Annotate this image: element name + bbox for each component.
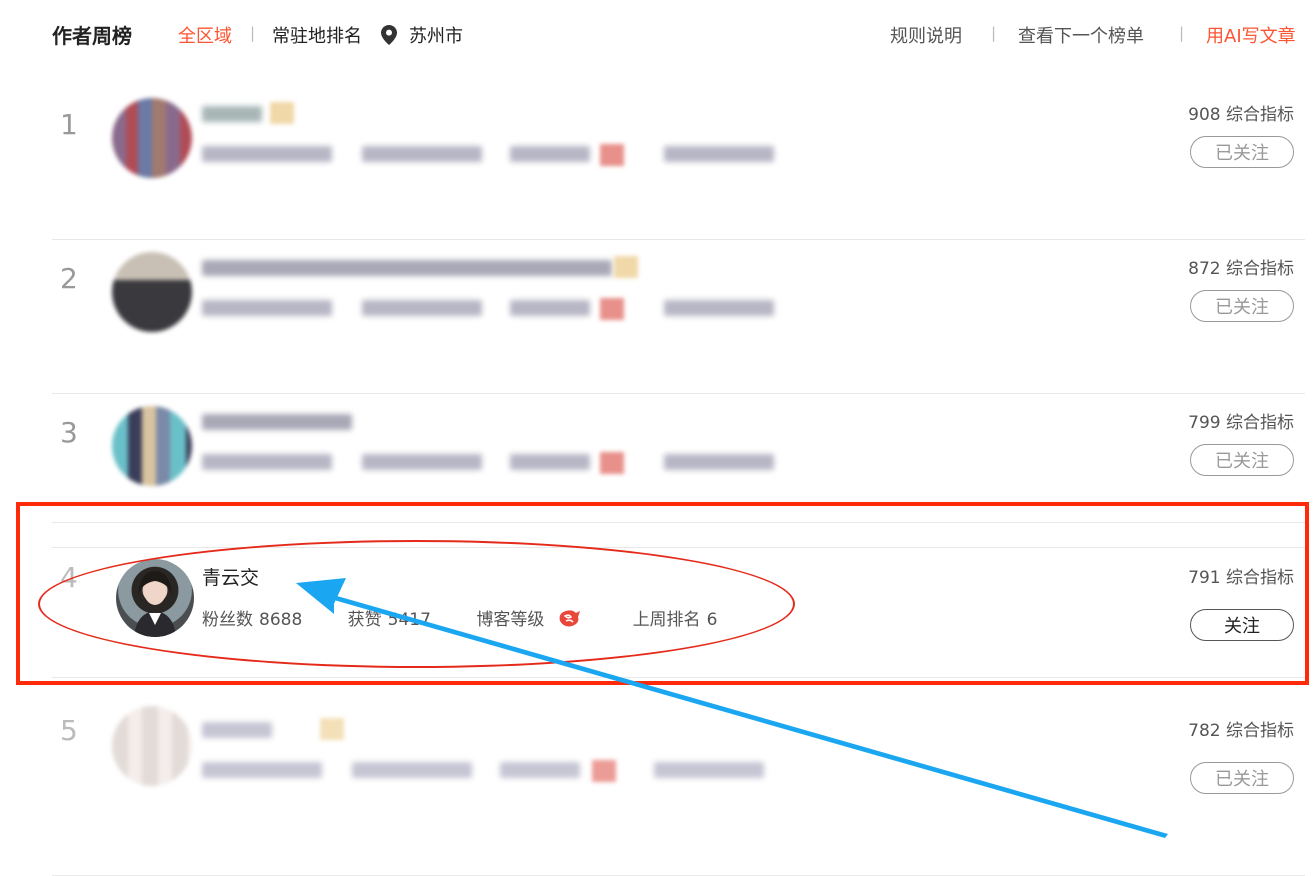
blurred-stat: [362, 146, 482, 162]
filter-all-regions[interactable]: 全区域: [178, 22, 232, 48]
followed-button[interactable]: 已关注: [1190, 136, 1294, 168]
level-icon: [600, 298, 624, 320]
blurred-name: [202, 722, 272, 738]
avatar-blurred[interactable]: [112, 252, 192, 332]
separator: |: [991, 24, 997, 42]
blurred-stat: [362, 300, 482, 316]
blurred-stat: [500, 762, 580, 778]
rank-number: 5: [60, 714, 78, 747]
followed-button[interactable]: 已关注: [1190, 444, 1294, 476]
location-pin-icon: [381, 25, 397, 45]
blurred-stat: [352, 762, 472, 778]
level-icon: [592, 760, 616, 782]
blurred-stat: [202, 146, 332, 162]
avatar-blurred[interactable]: [112, 406, 192, 486]
level-icon: [600, 452, 624, 474]
badge-icon: [614, 256, 638, 278]
page-title: 作者周榜: [52, 24, 132, 48]
rank-number: 2: [60, 262, 78, 295]
separator: |: [1179, 24, 1185, 42]
city-selector[interactable]: 苏州市: [409, 22, 463, 48]
blurred-name: [202, 414, 352, 430]
blurred-name: [202, 260, 612, 276]
highlight-ellipse: [38, 540, 795, 668]
followed-button[interactable]: 已关注: [1190, 290, 1294, 322]
level-icon: [600, 144, 624, 166]
blurred-stat: [510, 454, 590, 470]
score-label: 908 综合指标: [1188, 105, 1294, 125]
blurred-stat: [202, 454, 332, 470]
blurred-stat: [664, 146, 774, 162]
blurred-stat: [654, 762, 764, 778]
ranking-row: 5 782 综合指标 已关注: [52, 700, 1305, 876]
blurred-stat: [202, 762, 322, 778]
blurred-stat: [362, 454, 482, 470]
rules-link[interactable]: 规则说明: [890, 22, 962, 48]
blurred-name: [202, 106, 262, 122]
badge-icon: [270, 102, 294, 124]
blurred-stat: [664, 300, 774, 316]
ranking-row: 2 872 综合指标 已关注: [52, 240, 1305, 394]
blurred-stat: [664, 454, 774, 470]
avatar-blurred[interactable]: [112, 706, 192, 786]
blurred-stat: [510, 300, 590, 316]
ranking-header: 作者周榜 全区域 | 常驻地排名 苏州市 规则说明 | 查看下一个榜单 | 用A…: [0, 0, 1315, 70]
next-list-link[interactable]: 查看下一个榜单: [1018, 22, 1144, 48]
avatar-blurred[interactable]: [112, 98, 192, 178]
rank-number: 3: [60, 416, 78, 449]
score-label: 799 综合指标: [1188, 413, 1294, 433]
ai-write-link[interactable]: 用AI写文章: [1206, 22, 1296, 48]
rank-number: 1: [60, 108, 78, 141]
followed-button[interactable]: 已关注: [1190, 762, 1294, 794]
ranking-row: 1 908 综合指标 已关注: [52, 86, 1305, 240]
separator: |: [250, 24, 256, 42]
score-label: 872 综合指标: [1188, 259, 1294, 279]
filter-resident-ranking[interactable]: 常驻地排名: [272, 22, 362, 48]
blurred-stat: [510, 146, 590, 162]
blurred-stat: [202, 300, 332, 316]
score-label: 782 综合指标: [1188, 721, 1294, 741]
badge-icon: [320, 718, 344, 740]
